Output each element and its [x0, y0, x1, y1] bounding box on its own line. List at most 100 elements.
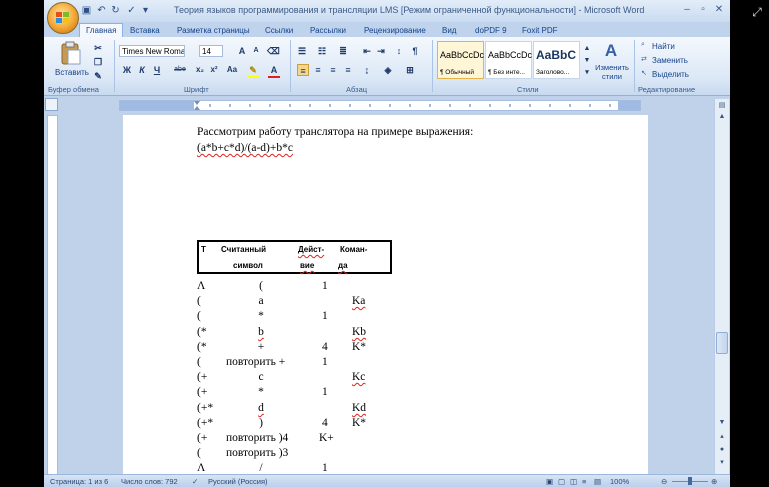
clear-format-icon[interactable]: ⌫ — [267, 45, 280, 57]
cell-action: 4 — [322, 341, 328, 353]
select-icon[interactable]: ↖ — [641, 69, 647, 77]
document-area: Рассмотрим работу транслятора на примере… — [60, 115, 714, 474]
tab-review[interactable]: Рецензирование — [364, 24, 426, 37]
borders-icon[interactable]: ⊞ — [404, 64, 416, 76]
align-left-icon[interactable]: ≡ — [297, 64, 309, 76]
zoom-out-icon[interactable]: ⊖ — [661, 477, 667, 486]
change-case-button[interactable]: Aa — [224, 64, 240, 76]
style-normal[interactable]: AaBbCcDc ¶ Обычный — [437, 41, 484, 79]
style-no-spacing[interactable]: AaBbCcDc ¶ Без инте... — [485, 41, 532, 79]
undo-icon[interactable]: ↶ — [96, 5, 107, 16]
font-color-icon[interactable]: A — [268, 64, 280, 76]
change-styles-icon[interactable]: A — [600, 41, 622, 61]
fullscreen-icon[interactable]: ⤢ — [749, 4, 765, 20]
tab-mailings[interactable]: Рассылки — [310, 24, 346, 37]
decrease-indent-icon[interactable]: ⇤ — [361, 45, 373, 57]
cut-icon[interactable]: ✂ — [92, 42, 104, 54]
align-center-icon[interactable]: ≡ — [312, 64, 324, 76]
styles-more-icon[interactable]: ▾ — [581, 67, 593, 79]
style-heading[interactable]: AaBbC Заголово... — [533, 41, 580, 79]
align-right-icon[interactable]: ≡ — [327, 64, 339, 76]
tab-references[interactable]: Ссылки — [265, 24, 293, 37]
cell-command: K* — [352, 341, 367, 353]
bullets-icon[interactable]: ☰ — [296, 45, 308, 57]
redo-icon[interactable]: ↻ — [110, 5, 121, 16]
scroll-up-icon[interactable]: ▲ — [716, 111, 728, 123]
tab-page-layout[interactable]: Разметка страницы — [177, 24, 250, 37]
paste-icon[interactable] — [58, 41, 84, 67]
paste-label[interactable]: Вставить — [55, 68, 89, 77]
qat-dropdown-icon[interactable]: ▾ — [140, 5, 151, 16]
language[interactable]: Русский (Россия) — [208, 477, 268, 486]
numbering-icon[interactable]: ☷ — [316, 45, 328, 57]
font-name-combo[interactable]: Times New Roman — [119, 45, 185, 57]
view-web-icon[interactable]: ◫ — [570, 477, 577, 486]
strikethrough-button[interactable]: abe — [171, 64, 189, 76]
show-marks-icon[interactable]: ¶ — [409, 45, 421, 57]
tab-foxit[interactable]: Foxit PDF — [522, 24, 558, 37]
save-icon[interactable]: ▣ — [81, 5, 92, 16]
format-painter-icon[interactable]: ✎ — [92, 70, 104, 82]
shading-icon[interactable]: ◈ — [382, 64, 394, 76]
view-draft-icon[interactable]: ▤ — [594, 477, 601, 486]
group-separator — [634, 40, 635, 92]
browse-object-icon[interactable]: ● — [716, 444, 728, 456]
zoom-level[interactable]: 100% — [610, 477, 629, 486]
view-print-layout-icon[interactable]: ▣ — [546, 477, 553, 486]
scroll-down-icon[interactable]: ▼ — [716, 417, 728, 429]
underline-button[interactable]: Ч — [151, 64, 163, 76]
table-row: (+* d Kd — [197, 402, 367, 414]
close-icon[interactable]: ✕ — [712, 3, 726, 16]
shrink-font-icon[interactable]: A — [250, 45, 262, 57]
cell-command: Kc — [352, 371, 366, 383]
cell-stack: ( — [197, 310, 201, 322]
tab-insert[interactable]: Вставка — [130, 24, 160, 37]
line-spacing-icon[interactable]: ↨ — [361, 64, 373, 76]
maximize-icon[interactable]: ▫ — [696, 3, 710, 16]
page-count[interactable]: Страница: 1 из 6 — [50, 477, 108, 486]
view-outline-icon[interactable]: ≡ — [582, 477, 586, 486]
select-button[interactable]: Выделить — [652, 70, 689, 79]
cell-stack: ( — [197, 447, 201, 459]
copy-icon[interactable]: ❐ — [92, 56, 104, 68]
vertical-ruler[interactable] — [47, 115, 58, 475]
document-page[interactable]: Рассмотрим работу транслятора на примере… — [123, 115, 648, 474]
tab-view[interactable]: Вид — [442, 24, 456, 37]
styles-scroll-up-icon[interactable]: ▲ — [581, 43, 593, 55]
minimize-icon[interactable]: – — [680, 3, 694, 16]
word-count[interactable]: Число слов: 792 — [121, 477, 178, 486]
tab-selector[interactable] — [45, 98, 58, 111]
replace-button[interactable]: Заменить — [652, 56, 688, 65]
zoom-in-icon[interactable]: ⊕ — [711, 477, 717, 486]
bold-button[interactable]: Ж — [121, 64, 133, 76]
font-size-combo[interactable]: 14 — [199, 45, 223, 57]
highlight-icon[interactable]: ✎ — [247, 64, 259, 76]
vertical-scrollbar[interactable]: ▤ ▲ ▼ ▴ ● ▾ — [714, 99, 729, 474]
subscript-button[interactable]: x₂ — [194, 64, 206, 76]
superscript-button[interactable]: x² — [208, 64, 220, 76]
tab-home[interactable]: Главная — [79, 23, 124, 38]
replace-icon[interactable]: ⇄ — [641, 55, 647, 63]
proofing-icon[interactable]: ✓ — [192, 477, 198, 486]
cell-action: 1 — [322, 462, 328, 474]
view-full-screen-icon[interactable]: ▢ — [558, 477, 565, 486]
check-icon[interactable]: ✓ — [126, 5, 137, 16]
scroll-thumb[interactable] — [716, 332, 728, 354]
increase-indent-icon[interactable]: ⇥ — [375, 45, 387, 57]
grow-font-icon[interactable]: A — [236, 45, 248, 57]
styles-scroll-down-icon[interactable]: ▼ — [581, 55, 593, 67]
horizontal-ruler[interactable] — [119, 100, 641, 111]
tab-dopdf[interactable]: doPDF 9 — [475, 24, 507, 37]
change-styles-label[interactable]: Изменить стили — [593, 63, 631, 81]
sort-icon[interactable]: ↕ — [393, 45, 405, 57]
justify-icon[interactable]: ≡ — [342, 64, 354, 76]
next-page-icon[interactable]: ▾ — [716, 457, 728, 469]
table-row: (* b Kb — [197, 326, 367, 338]
office-button-icon[interactable] — [47, 2, 79, 34]
zoom-slider-knob[interactable] — [688, 477, 692, 485]
italic-button[interactable]: К — [136, 64, 148, 76]
multilevel-list-icon[interactable]: ≣ — [337, 45, 349, 57]
find-icon[interactable]: ⌕ — [641, 41, 645, 49]
prev-page-icon[interactable]: ▴ — [716, 431, 728, 443]
find-button[interactable]: Найти — [652, 42, 675, 51]
